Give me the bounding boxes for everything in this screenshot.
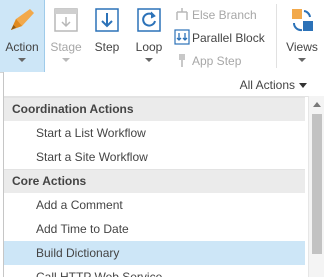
all-actions-filter[interactable]: All Actions <box>240 78 307 92</box>
dropdown-header: All Actions <box>4 72 324 97</box>
action-dropdown-arrow-icon <box>18 58 26 62</box>
parallel-block-button[interactable]: Parallel Block <box>172 27 272 47</box>
action-item-call-http-web-service[interactable]: Call HTTP Web Service <box>4 265 305 277</box>
stage-dropdown-arrow-icon <box>62 58 70 62</box>
stage-icon <box>54 8 78 32</box>
action-button-label: Action <box>5 40 39 54</box>
step-button[interactable]: Step <box>88 0 126 72</box>
views-button[interactable]: Views <box>280 0 324 72</box>
loop-button-label: Loop <box>135 40 163 54</box>
action-dropdown-menu: All Actions Coordination Actions Start a… <box>3 72 324 277</box>
scrollbar-thumb[interactable] <box>312 114 322 254</box>
dropdown-scrollbar[interactable] <box>308 96 324 277</box>
filter-caret-icon <box>299 83 307 89</box>
stage-button-label: Stage <box>50 40 82 54</box>
action-button[interactable]: Action <box>0 0 45 72</box>
action-item-start-list-workflow[interactable]: Start a List Workflow <box>4 121 305 145</box>
else-branch-button[interactable]: Else Branch <box>172 4 272 24</box>
step-button-label: Step <box>94 40 120 54</box>
scroll-up-arrow-icon[interactable] <box>313 102 321 107</box>
ribbon: Action Stage Step Loop Else Branch Paral… <box>0 0 324 73</box>
category-header: Core Actions <box>4 169 305 193</box>
app-step-label: App Step <box>192 54 242 68</box>
action-pen-icon <box>11 9 34 30</box>
views-button-label: Views <box>286 40 318 54</box>
loop-refresh-icon <box>137 8 161 32</box>
action-item-build-dictionary[interactable]: Build Dictionary <box>4 241 305 265</box>
all-actions-filter-label: All Actions <box>239 78 295 92</box>
action-item-start-site-workflow[interactable]: Start a Site Workflow <box>4 145 305 169</box>
views-icon <box>292 9 313 32</box>
else-branch-icon <box>176 8 188 20</box>
app-step-button[interactable]: App Step <box>172 50 272 70</box>
step-arrow-down-icon <box>95 8 119 32</box>
loop-button[interactable]: Loop <box>128 0 170 72</box>
parallel-block-label: Parallel Block <box>192 31 265 45</box>
ribbon-group-divider <box>276 4 277 68</box>
loop-dropdown-arrow-icon <box>145 58 153 62</box>
action-list: Coordination Actions Start a List Workfl… <box>4 97 305 277</box>
app-step-icon <box>179 54 185 67</box>
parallel-block-icon <box>174 29 190 45</box>
category-header: Coordination Actions <box>4 97 305 121</box>
action-item-add-time-to-date[interactable]: Add Time to Date <box>4 217 305 241</box>
action-item-add-comment[interactable]: Add a Comment <box>4 193 305 217</box>
else-branch-label: Else Branch <box>192 8 257 22</box>
views-dropdown-arrow-icon <box>298 58 306 62</box>
stage-button[interactable]: Stage <box>46 0 86 72</box>
